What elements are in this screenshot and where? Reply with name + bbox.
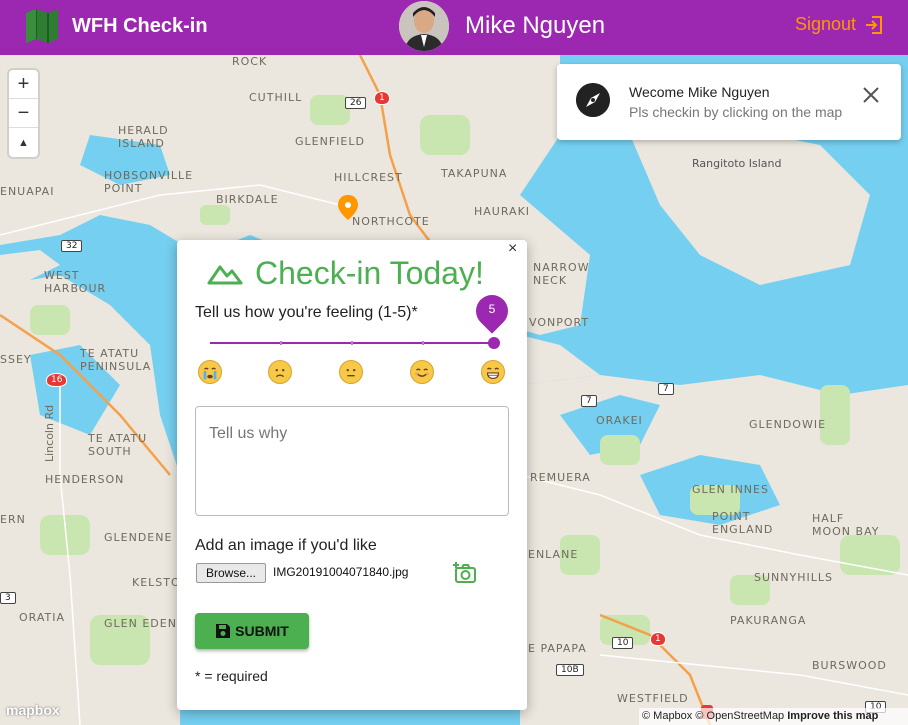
crying-emoji-icon[interactable]: [198, 360, 222, 384]
road-shield: 10: [612, 637, 634, 649]
map-label: HOBSONVILLE POINT: [104, 169, 194, 195]
map-label: GLENDENE: [104, 531, 173, 544]
why-textarea[interactable]: [195, 406, 509, 516]
user-name: Mike Nguyen: [465, 12, 606, 39]
map-label: GLENDOWIE: [749, 418, 827, 431]
compass-button[interactable]: ▲: [9, 128, 38, 157]
brand: WFH Check-in: [24, 9, 208, 43]
neutral-emoji-icon[interactable]: [339, 360, 363, 384]
map-label: GLEN INNES: [692, 483, 769, 496]
map-label: HENDERSON: [45, 473, 125, 486]
slider-value-label: 5: [488, 302, 496, 316]
map-label: NARROW NECK: [533, 261, 590, 287]
map-label: GLENFIELD: [295, 135, 365, 148]
save-icon: [216, 624, 231, 638]
zoom-controls: + − ▲: [9, 70, 38, 157]
sad-emoji-icon[interactable]: [268, 360, 292, 384]
compass-icon: [576, 83, 610, 117]
slider-thumb[interactable]: [488, 337, 500, 349]
map-label: E PAPAPA: [528, 642, 587, 655]
grinning-emoji-icon[interactable]: [481, 360, 505, 384]
road-shield: 1: [650, 632, 666, 646]
road-shield: 16: [46, 373, 68, 387]
map-label: ORATIA: [19, 611, 66, 624]
feeling-slider[interactable]: [210, 337, 500, 349]
map-label: CUTHILL: [249, 91, 303, 104]
avatar: [399, 1, 449, 51]
map-label: ENLANE: [528, 548, 579, 561]
signout-button[interactable]: Signout: [795, 14, 884, 35]
road-shield: 10B: [556, 664, 584, 676]
zoom-out-button[interactable]: −: [9, 99, 38, 128]
welcome-notification: Wecome Mike Nguyen Pls checkin by clicki…: [557, 64, 901, 140]
notification-message: Pls checkin by clicking on the map: [629, 104, 843, 120]
map-label: HALF MOON BAY: [812, 512, 880, 538]
map-label: WESTFIELD: [617, 692, 689, 705]
road-shield: 26: [345, 97, 367, 109]
selected-file-name: IMG20191004071840.jpg: [273, 565, 409, 579]
browse-button[interactable]: Browse...: [196, 563, 266, 583]
road-shield: 7: [658, 383, 674, 395]
map-label: ORAKEI: [596, 414, 643, 427]
landscape-icon: [207, 265, 243, 284]
map-label: SUNNYHILLS: [754, 571, 833, 584]
user-profile: Mike Nguyen: [399, 1, 605, 51]
app-title: WFH Check-in: [72, 14, 208, 37]
map-label: POINT ENGLAND: [712, 510, 774, 536]
dialog-title: Check-in Today!: [207, 255, 484, 292]
map-label: TAKAPUNA: [441, 167, 508, 180]
notification-title: Wecome Mike Nguyen: [629, 84, 770, 100]
map-label: TE ATATU SOUTH: [88, 432, 148, 458]
map-label: GLEN EDEN: [104, 617, 177, 630]
slider-tick: [422, 341, 424, 345]
mapbox-logo[interactable]: mapbox: [6, 702, 60, 718]
map-label: HAURAKI: [474, 205, 531, 218]
signout-label: Signout: [794, 14, 856, 34]
required-note: * = required: [195, 668, 268, 684]
checkin-dialog: × Check-in Today! Tell us how you're fee…: [177, 240, 527, 710]
map-label: HILLCREST: [334, 171, 403, 184]
signout-icon: [866, 15, 882, 34]
mapbox-attribution-link[interactable]: © Mapbox: [642, 710, 692, 722]
osm-attribution-link[interactable]: © OpenStreetMap: [695, 710, 784, 722]
map-label: ENUAPAI: [0, 185, 55, 198]
close-icon[interactable]: [862, 86, 880, 104]
map-label: REMUERA: [530, 471, 591, 484]
add-photo-icon[interactable]: [453, 562, 477, 584]
map-label: ERN: [0, 513, 26, 526]
map-label: Lincoln Rd: [43, 404, 56, 462]
dialog-close-button[interactable]: ×: [508, 240, 517, 258]
road-shield: 7: [581, 395, 597, 407]
slider-tick: [280, 341, 282, 345]
map-attribution: © Mapbox © OpenStreetMap Improve this ma…: [639, 708, 908, 725]
feeling-label: Tell us how you're feeling (1-5)*: [195, 304, 418, 321]
map-label: TE ATATU PENINSULA: [80, 347, 152, 373]
submit-label: SUBMIT: [235, 623, 289, 639]
image-label: Add an image if you'd like: [195, 537, 377, 554]
map-label: Rangitoto Island: [692, 157, 782, 170]
map-label: BIRKDALE: [216, 193, 279, 206]
app-bar: WFH Check-in Mike Nguyen Signout: [0, 0, 908, 55]
road-shield: 32: [61, 240, 83, 252]
zoom-in-button[interactable]: +: [9, 70, 38, 99]
map-label: HERALD ISLAND: [118, 124, 169, 150]
map-label: SSEY: [0, 353, 32, 366]
map-label: ROCK: [232, 55, 268, 68]
submit-button[interactable]: SUBMIT: [195, 613, 309, 649]
map-label: VONPORT: [529, 316, 590, 329]
map-label: BURSWOOD: [812, 659, 887, 672]
map-label: PAKURANGA: [730, 614, 807, 627]
map-label: KELSTO: [132, 576, 181, 589]
map-label: WEST HARBOUR: [44, 269, 107, 295]
improve-map-link[interactable]: Improve this map: [787, 710, 878, 722]
road-shield: 1: [374, 91, 390, 105]
map-label: NORTHCOTE: [352, 215, 430, 228]
slider-tick: [351, 341, 353, 345]
road-shield: 3: [0, 592, 16, 604]
dialog-title-text: Check-in Today!: [255, 255, 484, 291]
map-icon: [26, 9, 58, 43]
smiling-emoji-icon[interactable]: [410, 360, 434, 384]
